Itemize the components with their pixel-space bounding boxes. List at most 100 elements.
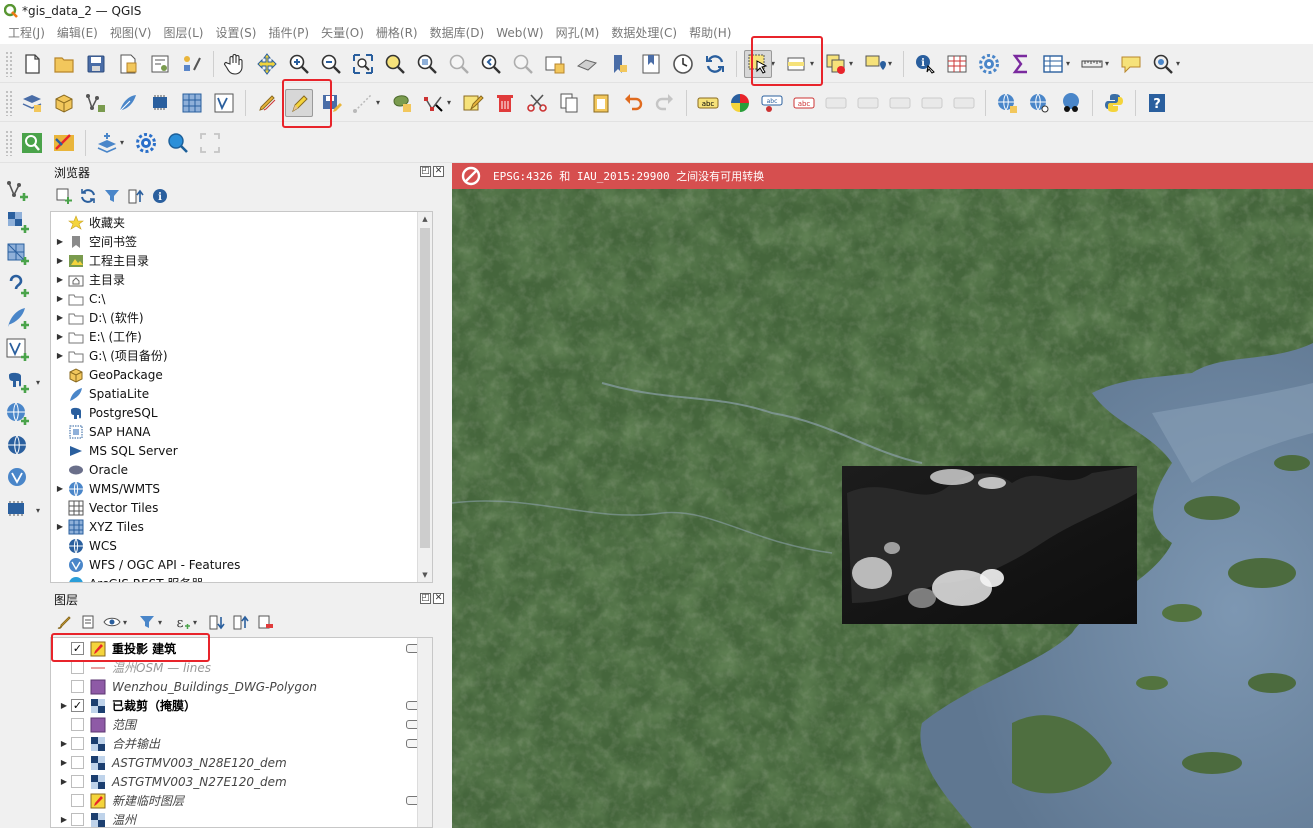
expand-arrow-icon[interactable]: ▶ — [53, 313, 67, 322]
digitize-feather-button[interactable] — [114, 89, 142, 117]
move-label-button[interactable] — [822, 89, 850, 117]
save-as-button[interactable] — [114, 50, 142, 78]
scroll-down-arrow[interactable]: ▼ — [418, 568, 432, 582]
add-wfs-layer-button[interactable] — [4, 464, 32, 492]
expand-all-button[interactable] — [207, 612, 227, 632]
menu-mesh[interactable]: 网孔(M) — [550, 22, 606, 44]
label-property-button[interactable] — [918, 89, 946, 117]
zoom-last-button[interactable] — [477, 50, 505, 78]
copy-features-button[interactable] — [555, 89, 583, 117]
layer-styling-button[interactable] — [54, 612, 74, 632]
deselect-dropdown[interactable]: ▾ — [849, 59, 857, 68]
pan-map-button[interactable] — [221, 50, 249, 78]
layer-row[interactable]: 范围 — [51, 715, 432, 734]
menu-database[interactable]: 数据库(D) — [424, 22, 491, 44]
collapse-all-button[interactable] — [231, 612, 251, 632]
layer-visibility-checkbox[interactable] — [71, 775, 84, 788]
browser-item[interactable]: ▶ XYZ Tiles — [51, 517, 144, 536]
scroll-thumb[interactable] — [420, 228, 430, 548]
add-selected-layers-button[interactable] — [54, 186, 74, 206]
browser-item[interactable]: MS SQL Server — [51, 441, 178, 460]
layer-labeling-button[interactable]: abc — [694, 89, 722, 117]
open-project-button[interactable] — [50, 50, 78, 78]
select-features-button[interactable] — [744, 49, 772, 78]
add-group-button[interactable] — [78, 612, 98, 632]
layer-properties-button[interactable] — [18, 89, 46, 117]
locator-dropdown[interactable]: ▾ — [1176, 59, 1184, 68]
pin-labels-button[interactable]: abc — [758, 89, 786, 117]
close-panel-button[interactable]: ✕ — [433, 593, 444, 604]
expand-arrow-icon[interactable]: ▶ — [51, 739, 71, 748]
layer-row[interactable]: ▶ 合并输出 — [51, 734, 432, 753]
locator-button[interactable] — [1149, 50, 1177, 78]
new-raster-button[interactable] — [146, 89, 174, 117]
add-hana-button[interactable] — [4, 496, 32, 524]
layer-row[interactable]: 新建临时图层 — [51, 791, 432, 810]
digitize-line-dropdown[interactable]: ▾ — [376, 98, 384, 107]
magnifier-button[interactable] — [164, 129, 192, 157]
manage-visibility-button[interactable] — [102, 612, 122, 632]
browser-item[interactable]: WCS — [51, 536, 117, 555]
statistical-summary-button[interactable] — [1007, 50, 1035, 78]
attribute-table-button[interactable] — [943, 50, 971, 78]
expand-arrow-icon[interactable]: ▶ — [53, 275, 67, 284]
browser-item[interactable]: SAP HANA — [51, 422, 151, 441]
zoom-out-button[interactable] — [317, 50, 345, 78]
zoom-native-button[interactable] — [445, 50, 473, 78]
zoom-next-button[interactable] — [509, 50, 537, 78]
add-virtual-layer-button[interactable] — [4, 336, 32, 364]
layer-row[interactable]: ▶ ✓ 已裁剪（掩膜） — [51, 696, 432, 715]
processing-toolbox-button[interactable] — [975, 50, 1003, 78]
layer-row[interactable]: ✓ 重投影 建筑 — [51, 639, 432, 658]
menu-layer[interactable]: 图层(L) — [157, 22, 209, 44]
visibility-dropdown[interactable]: ▾ — [123, 618, 131, 627]
expand-arrow-icon[interactable]: ▶ — [53, 351, 67, 360]
filter-dropdown[interactable]: ▾ — [158, 618, 166, 627]
add-delimited-text-button[interactable] — [4, 272, 32, 300]
plugin-tool-button[interactable] — [50, 129, 78, 157]
vertex-tool-dropdown[interactable]: ▾ — [447, 98, 455, 107]
add-spatialite-button[interactable] — [4, 304, 32, 332]
new-3d-view-button[interactable] — [573, 50, 601, 78]
add-wms-layer-button[interactable] — [4, 400, 32, 428]
expand-arrow-icon[interactable]: ▶ — [53, 332, 67, 341]
python-console-button[interactable] — [1100, 89, 1128, 117]
fullscreen-button[interactable] — [196, 129, 224, 157]
show-hide-labels-button[interactable]: abc — [790, 89, 818, 117]
browser-item[interactable]: ▶ C:\ — [51, 289, 106, 308]
new-project-button[interactable] — [18, 50, 46, 78]
browser-item[interactable]: ▶ E:\ (工作) — [51, 327, 142, 346]
temporal-controller-button[interactable] — [669, 50, 697, 78]
toolbar-handle[interactable] — [5, 89, 13, 116]
browser-item[interactable]: Vector Tiles — [51, 498, 158, 517]
browser-item[interactable]: ▶ 工程主目录 — [51, 251, 149, 270]
remove-layer-button[interactable] — [255, 612, 275, 632]
style-manager-button[interactable] — [178, 50, 206, 78]
delete-selected-button[interactable] — [491, 89, 519, 117]
menu-plugins[interactable]: 插件(P) — [262, 22, 315, 44]
browser-item[interactable]: ▶ WMS/WMTS — [51, 479, 160, 498]
menu-vector[interactable]: 矢量(O) — [315, 22, 370, 44]
show-bookmarks-button[interactable] — [637, 50, 665, 78]
browser-item[interactable]: GeoPackage — [51, 365, 163, 384]
rotate-label-button[interactable] — [854, 89, 882, 117]
add-polygon-button[interactable] — [388, 89, 416, 117]
expand-arrow-icon[interactable]: ▶ — [51, 758, 71, 767]
add-layer-button[interactable] — [93, 129, 121, 157]
browser-info-button[interactable]: i — [150, 186, 170, 206]
menu-web[interactable]: Web(W) — [490, 22, 549, 44]
select-location-button[interactable] — [861, 50, 889, 78]
expression-dropdown[interactable]: ▾ — [193, 618, 201, 627]
browser-item[interactable]: PostgreSQL — [51, 403, 158, 422]
measure-dropdown[interactable]: ▾ — [1105, 59, 1113, 68]
select-features-dropdown[interactable]: ▾ — [771, 59, 779, 68]
toggle-editing-button[interactable] — [285, 88, 313, 117]
print-layout-button[interactable] — [146, 50, 174, 78]
raster-grid-button[interactable] — [178, 89, 206, 117]
layer-row[interactable]: 温州OSM — lines — [51, 658, 432, 677]
expand-arrow-icon[interactable]: ▶ — [53, 484, 67, 493]
zoom-full-button[interactable] — [349, 50, 377, 78]
layer-visibility-checkbox[interactable] — [71, 661, 84, 674]
filter-browser-button[interactable] — [102, 186, 122, 206]
layer-row[interactable]: ▶ ASTGTMV003_N27E120_dem — [51, 772, 432, 791]
